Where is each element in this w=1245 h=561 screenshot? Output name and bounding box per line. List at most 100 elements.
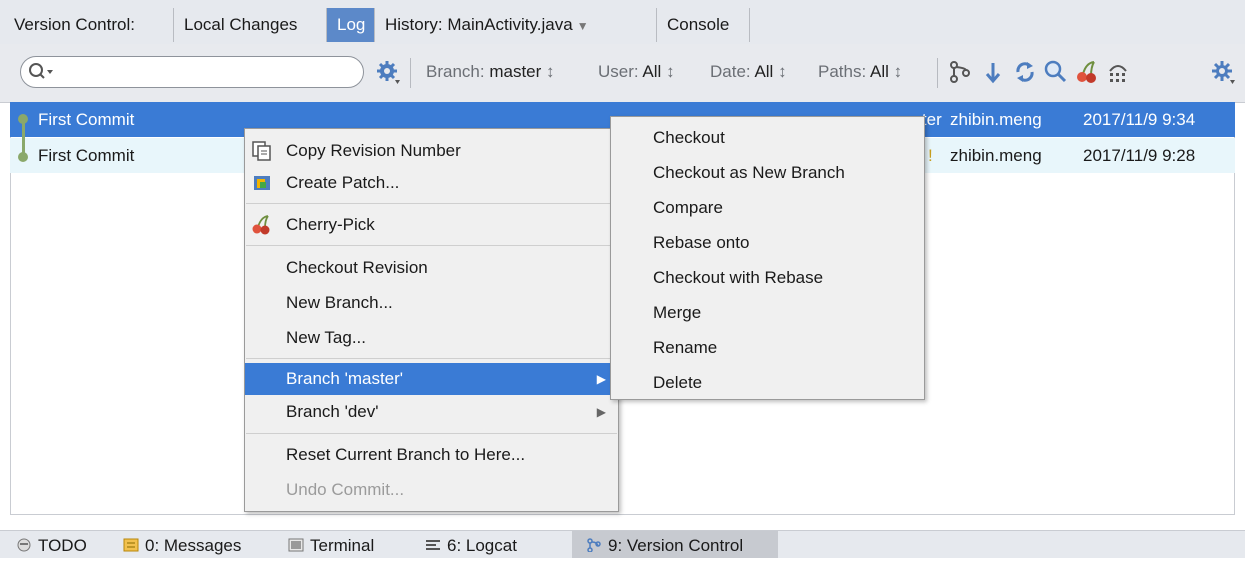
terminal-icon [288,538,304,552]
copy-icon [252,141,271,161]
date-filter[interactable]: Date: All ↕ [710,62,787,82]
user-filter-label: User: [598,62,639,81]
submenu-item-rebase-onto[interactable]: Rebase onto [653,226,749,260]
menu-item-label: New Branch... [286,293,393,312]
menu-separator [246,433,617,434]
branch-graph-icon[interactable] [947,59,973,85]
commit-message: First Commit [38,110,135,129]
menu-item-label: Reset Current Branch to Here... [286,445,526,464]
submenu-item-checkout-rebase[interactable]: Checkout with Rebase [653,261,823,295]
menu-item-label: New Tag... [286,328,367,347]
sort-arrows-icon: ↕ [546,62,555,81]
menu-separator [246,203,617,204]
menu-item-branch-dev[interactable]: Branch 'dev' ▶ [245,396,618,428]
menu-item-undo-commit: Undo Commit... [245,474,618,506]
search-input[interactable] [20,56,364,88]
tab-history[interactable]: History: MainActivity.java ▼ [375,8,657,42]
menu-item-label: Create Patch... [286,173,400,192]
commit-date: 2017/11/9 9:34 [1083,110,1196,129]
submenu-item-compare[interactable]: Compare [653,191,723,225]
branch-submenu: Checkout Checkout as New Branch Compare … [610,116,925,400]
version-control-label: Version Control: [0,8,174,42]
menu-item-label: Undo Commit... [286,480,405,499]
sort-arrows-icon: ↕ [778,62,787,81]
vcs-branch-icon [587,538,601,552]
menu-item-label: Cherry-Pick [286,215,375,234]
version-control-label: 9: Version Control [608,536,744,555]
refresh-icon[interactable] [1012,59,1038,85]
log-toolbar: Branch: master ↕ User: All ↕ Date: All ↕… [0,44,1245,103]
context-menu: Copy Revision Number Create Patch... Che… [244,128,619,512]
tool-window-tab-bar: Version Control: Local Changes Log Histo… [0,0,1245,45]
version-control-tool-button[interactable]: 9: Version Control [572,531,778,558]
tab-history-label: History: MainActivity.java [385,15,573,34]
paths-filter[interactable]: Paths: All ↕ [818,62,902,82]
user-filter-value: All [642,62,662,81]
commit-message: First Commit [38,146,135,165]
settings-gear-icon[interactable] [1210,59,1236,85]
commit-graph-node [18,114,28,124]
submenu-item-checkout-new-branch[interactable]: Checkout as New Branch [653,156,845,190]
search-icon[interactable] [28,62,56,82]
tab-log[interactable]: Log [327,8,375,42]
tool-window-status-bar: TODO 0: Messages Terminal 6: Logcat 9: V… [0,530,1245,558]
magnifier-icon[interactable] [1043,59,1069,85]
submenu-item-checkout[interactable]: Checkout [653,121,725,155]
submenu-item-rename[interactable]: Rename [653,331,717,365]
menu-item-label: Branch 'master' [286,369,404,388]
menu-item-cherry-pick[interactable]: Cherry-Pick [245,209,618,241]
paths-filter-value: All [870,62,889,81]
settings-gear-icon[interactable] [375,59,401,85]
paths-filter-label: Paths: [818,62,867,81]
logcat-icon [426,540,440,550]
menu-item-label: Branch 'dev' [286,402,379,421]
todo-icon [17,538,31,552]
sort-arrows-icon: ↕ [666,62,675,81]
messages-label: 0: Messages [145,536,242,555]
messages-icon [123,538,139,552]
terminal-label: Terminal [310,536,375,555]
cherry-icon [252,215,270,235]
sort-arrows-icon: ↕ [893,62,903,81]
menu-separator [246,245,617,246]
menu-item-checkout-revision[interactable]: Checkout Revision [245,252,618,284]
tab-local-changes[interactable]: Local Changes [174,8,327,42]
submenu-item-merge[interactable]: Merge [653,296,701,330]
user-filter[interactable]: User: All ↕ [598,62,675,82]
branch-filter-label: Branch: [426,62,485,81]
todo-label: TODO [38,536,87,555]
menu-item-create-patch[interactable]: Create Patch... [245,167,618,199]
logcat-label: 6: Logcat [447,536,517,555]
patch-icon [254,176,270,190]
commit-date: 2017/11/9 9:28 [1083,146,1196,165]
menu-item-label: Checkout Revision [286,258,428,277]
commit-author: zhibin.meng [950,146,1042,165]
todo-tool-button[interactable]: TODO [16,531,87,558]
tab-console[interactable]: Console [657,8,750,42]
messages-tool-button[interactable]: 0: Messages [123,531,241,558]
log-panel-border [10,514,1235,515]
branch-filter-value: master [489,62,542,81]
menu-item-reset-branch[interactable]: Reset Current Branch to Here... [245,439,618,471]
menu-separator [246,358,617,359]
arrow-down-icon[interactable] [980,59,1006,85]
menu-item-new-branch[interactable]: New Branch... [245,287,618,319]
menu-item-new-tag[interactable]: New Tag... [245,322,618,354]
terminal-tool-button[interactable]: Terminal [288,531,374,558]
logcat-tool-button[interactable]: 6: Logcat [425,531,517,558]
submenu-item-delete[interactable]: Delete [653,366,702,400]
cherry-pick-icon[interactable] [1074,59,1100,85]
date-filter-value: All [754,62,774,81]
collapse-linear-icon[interactable] [1105,59,1131,85]
dropdown-arrow-icon[interactable]: ▼ [577,19,589,33]
tag-marker-icon: ! [928,146,933,165]
menu-item-branch-master[interactable]: Branch 'master' ▶ [245,363,618,395]
submenu-arrow-icon: ▶ [596,405,606,419]
toolbar-divider [937,58,938,88]
branch-filter[interactable]: Branch: master ↕ [426,62,555,82]
commit-author: zhibin.meng [950,110,1042,129]
toolbar-divider [410,58,411,88]
commit-graph-node [18,152,28,162]
menu-item-copy-revision[interactable]: Copy Revision Number [245,135,618,167]
menu-item-label: Copy Revision Number [286,141,461,160]
